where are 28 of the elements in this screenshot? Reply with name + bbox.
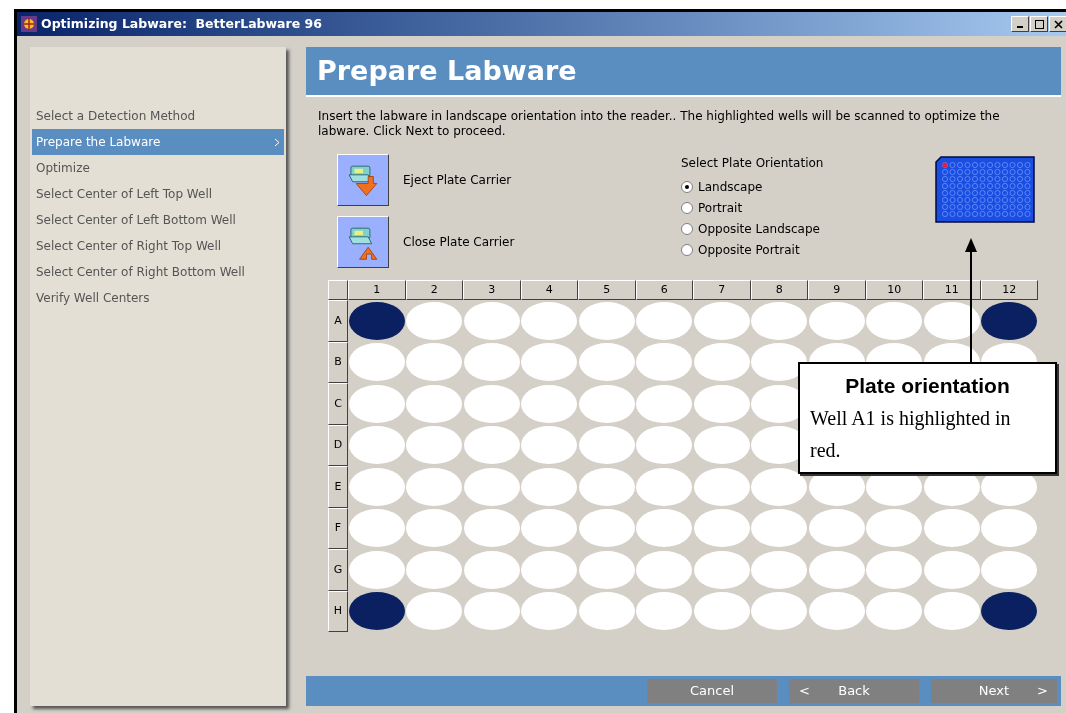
page-title: Prepare Labware	[317, 53, 577, 88]
row-header: F	[328, 507, 348, 549]
row-header: B	[328, 341, 348, 383]
carrier-label: Close Plate Carrier	[403, 234, 515, 251]
row-header: H	[328, 590, 348, 632]
row-header: E	[328, 466, 348, 508]
column-header: 9	[808, 280, 866, 300]
row-header: C	[328, 383, 348, 425]
callout-text: Well A1 is highlighted in red.	[810, 405, 1012, 463]
callout-title: Plate orientation	[844, 373, 1011, 399]
carrier-label: Eject Plate Carrier	[403, 172, 512, 189]
column-header: 1	[348, 280, 406, 300]
instructions: Insert the labware in landscape orientation into the reader.. The highlighted wells will be scanned to optimize the labware. Click Next to proceed.	[318, 109, 1001, 139]
orientation-title: Select Plate Orientation	[681, 155, 825, 172]
column-header: 10	[865, 280, 923, 300]
column-header: 7	[693, 280, 751, 300]
column-header: 12	[980, 280, 1038, 300]
column-header: 11	[923, 280, 981, 300]
window-title: Optimizing Labware: BetterLabware 96	[41, 14, 322, 33]
column-header: 5	[578, 280, 636, 300]
column-header: 2	[405, 280, 463, 300]
row-header: A	[328, 300, 348, 342]
column-header: 3	[463, 280, 521, 300]
column-header: 8	[750, 280, 808, 300]
row-header: G	[328, 549, 348, 591]
column-header: 4	[520, 280, 578, 300]
row-header: D	[328, 424, 348, 466]
column-header: 6	[635, 280, 693, 300]
